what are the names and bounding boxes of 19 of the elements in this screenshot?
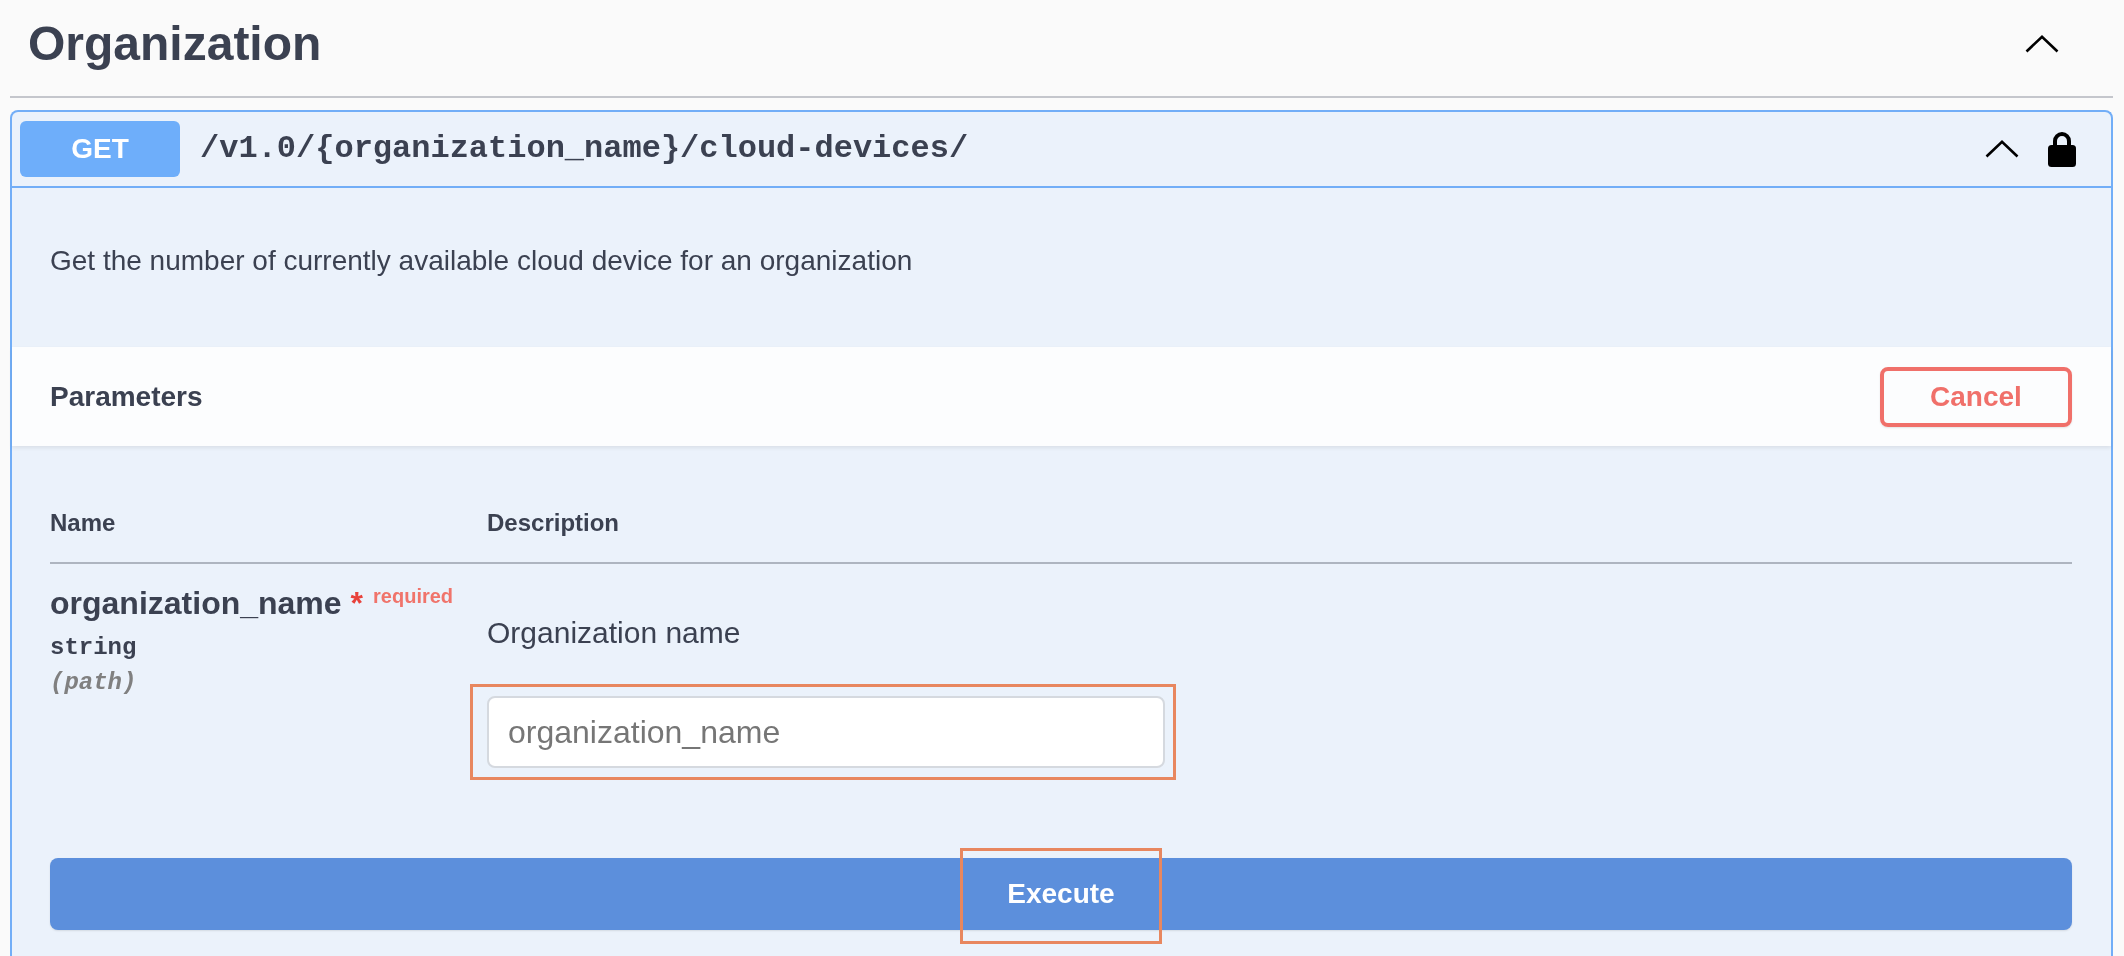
parameter-location: (path)	[50, 668, 137, 698]
section-title: Organization	[28, 16, 322, 72]
parameters-title: Parameters	[50, 379, 203, 414]
method-badge: GET	[20, 121, 180, 177]
lock-icon[interactable]	[2048, 131, 2076, 167]
endpoint-path: /v1.0/{organization_name}/cloud-devices/	[200, 129, 969, 169]
column-header: Name	[50, 508, 116, 538]
chevron-icon[interactable]	[2025, 35, 2059, 53]
parameter-description: Organization name	[487, 615, 741, 651]
operation-description: Get the number of currently available cloud device for an organization	[50, 244, 913, 278]
execute-button[interactable]: Execute	[50, 858, 2072, 930]
column-header: Description	[487, 508, 620, 538]
required-asterisk: *	[350, 584, 364, 623]
parameter-name: organization_name	[50, 584, 342, 623]
required-label: required	[373, 584, 454, 608]
chevron-icon[interactable]	[1985, 140, 2019, 158]
cancel-button[interactable]: Cancel	[1880, 366, 2072, 427]
parameter-type: string	[50, 633, 137, 663]
input-field[interactable]: organization_name	[487, 696, 1165, 768]
